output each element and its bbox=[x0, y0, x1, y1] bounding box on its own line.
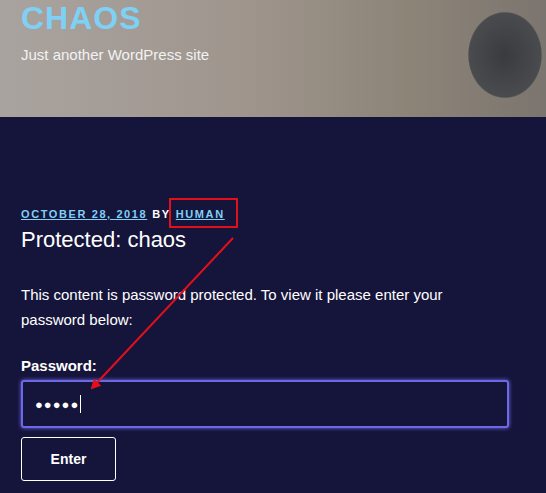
post-date[interactable]: OCTOBER 28, 2018 bbox=[21, 206, 147, 222]
annotation-arrow-icon bbox=[0, 0, 546, 493]
password-label: Password: bbox=[21, 356, 525, 376]
password-value: ●●●●● bbox=[35, 397, 79, 412]
enter-button[interactable]: Enter bbox=[21, 437, 116, 481]
post-meta: OCTOBER 28, 2018 BY HUMAN bbox=[21, 206, 525, 222]
post: OCTOBER 28, 2018 BY HUMAN Protected: chaos T… bbox=[0, 117, 546, 481]
by-label: BY bbox=[152, 206, 170, 222]
protected-message: This content is password protected. To v… bbox=[21, 282, 491, 332]
post-title: Protected: chaos bbox=[21, 226, 525, 254]
site-tagline: Just another WordPress site bbox=[21, 46, 525, 63]
site-header: CHAOS Just another WordPress site bbox=[0, 0, 546, 117]
post-author[interactable]: HUMAN bbox=[176, 208, 225, 220]
site-title[interactable]: CHAOS bbox=[21, 0, 525, 36]
page: CHAOS Just another WordPress site OCTOBER … bbox=[0, 0, 546, 493]
text-caret bbox=[80, 395, 81, 413]
password-input[interactable]: ●●●●● bbox=[21, 380, 509, 428]
author-highlight: HUMAN bbox=[176, 206, 225, 222]
